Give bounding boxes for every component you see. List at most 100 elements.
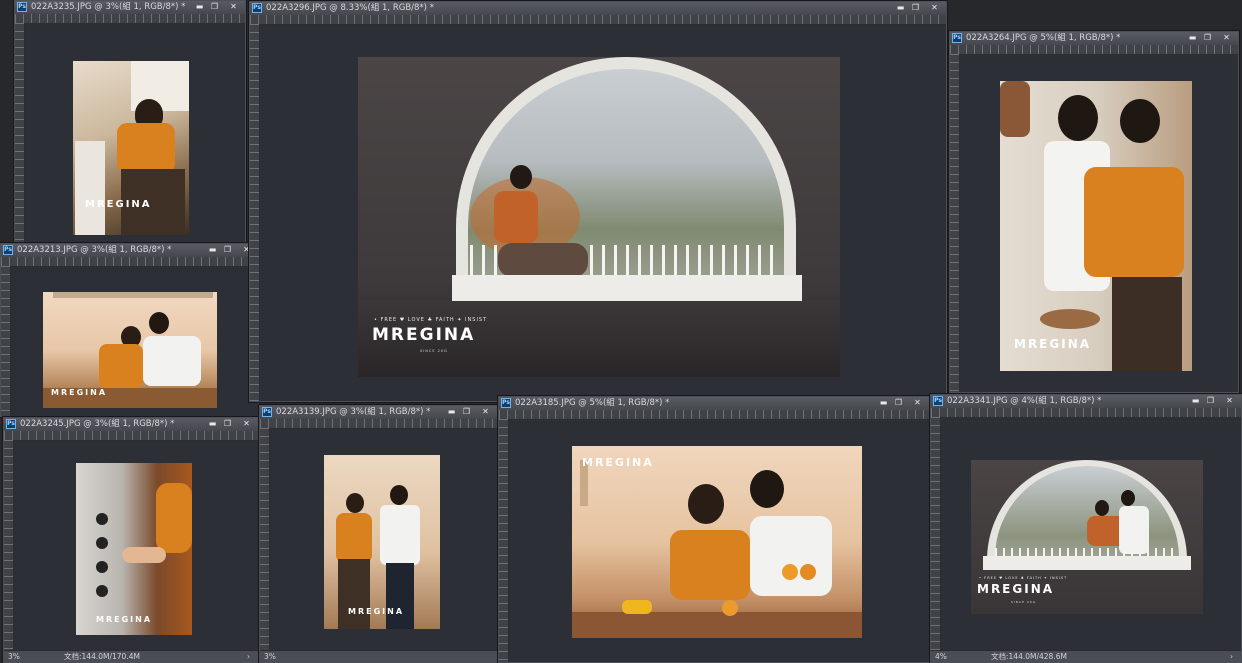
zoom-level[interactable]: 4% [935,651,947,662]
photoshop-icon: Ps [262,407,272,417]
minimize-icon[interactable]: ▬ [878,398,889,408]
maximize-icon[interactable]: ❐ [910,3,921,13]
close-icon[interactable]: ✕ [1224,396,1235,406]
minimize-icon[interactable]: ▬ [207,245,218,255]
minimize-icon[interactable]: ▬ [446,407,457,417]
window-title-bar[interactable]: Ps 022A3264.JPG @ 5%(組 1, RGB/8*) * ▬ ❐ … [950,32,1238,46]
window-title-bar[interactable]: Ps 022A3139.JPG @ 3%(組 1, RGB/8*) * ▬ ❐ … [260,406,497,420]
document-size: 文档:144.0M/428.6M [991,652,1067,661]
photo-stove-knobs-hand: MREGINA [76,463,192,635]
horizontal-ruler[interactable] [250,15,946,25]
minimize-icon[interactable]: ▬ [1187,33,1198,43]
document-canvas[interactable]: MREGINA [14,441,258,662]
watermark-brand: MREGINA [96,615,153,624]
vertical-ruler[interactable] [250,24,260,401]
minimize-icon[interactable]: ▬ [207,419,218,429]
status-arrow-icon[interactable]: › [1230,651,1233,662]
horizontal-ruler[interactable] [15,14,245,24]
window-title: 022A3264.JPG @ 5%(組 1, RGB/8*) * [966,33,1121,43]
watermark-brand: MREGINA [348,607,405,616]
vertical-ruler[interactable] [950,54,960,392]
photo-couple-tasting-spoon: MREGINA [1000,81,1192,371]
horizontal-ruler[interactable] [1,257,258,267]
document-canvas[interactable]: MREGINA [270,429,497,662]
window-title-bar[interactable]: Ps 022A3235.JPG @ 3%(組 1, RGB/8*) * ▬ ❐ … [15,1,245,15]
document-window-022A3296[interactable]: Ps 022A3296.JPG @ 8.33%(組 1, RGB/8*) * ▬… [249,1,947,402]
window-title-bar[interactable]: Ps 022A3341.JPG @ 4%(組 1, RGB/8*) * ▬ ❐ … [931,395,1241,409]
close-icon[interactable]: ✕ [1221,33,1232,43]
close-icon[interactable]: ✕ [228,2,239,12]
document-window-022A3264[interactable]: Ps 022A3264.JPG @ 5%(組 1, RGB/8*) * ▬ ❐ … [949,31,1239,393]
photo-kitchen-woman-cooking: MREGINA [73,61,189,235]
photoshop-icon: Ps [952,33,962,43]
document-size: 文档:144.0M/170.4M [64,652,140,661]
watermark-since: SINCE 20G [420,349,448,353]
photo-couple-sharing-bread: MREGINA [572,446,862,638]
document-canvas[interactable]: • FREE ♥ LOVE ♣ FAITH ✦ INSIST MREGINA S… [941,418,1241,662]
maximize-icon[interactable]: ❐ [222,419,233,429]
window-title-bar[interactable]: Ps 022A3213.JPG @ 3%(組 1, RGB/8*) * ▬ ❐ … [1,244,258,258]
horizontal-ruler[interactable] [4,431,258,441]
watermark-brand: MREGINA [51,388,108,397]
photoshop-icon: Ps [3,245,13,255]
horizontal-ruler[interactable] [260,419,497,429]
window-title: 022A3213.JPG @ 3%(組 1, RGB/8*) * [17,245,172,255]
maximize-icon[interactable]: ❐ [1205,396,1216,406]
document-canvas[interactable]: MREGINA [960,55,1238,392]
photo-couple-window-seat: • FREE ♥ LOVE ♣ FAITH ✦ INSIST MREGINA S… [971,460,1203,614]
zoom-level[interactable]: 3% [8,651,20,662]
watermark-since: SINCE 20G [1011,600,1037,604]
horizontal-ruler[interactable] [499,410,929,420]
maximize-icon[interactable]: ❐ [209,2,220,12]
window-title-bar[interactable]: Ps 022A3245.JPG @ 3%(組 1, RGB/8*) * ▬ ❐ … [4,418,258,432]
photoshop-icon: Ps [6,419,16,429]
close-icon[interactable]: ✕ [241,419,252,429]
maximize-icon[interactable]: ❐ [461,407,472,417]
window-title-bar[interactable]: Ps 022A3185.JPG @ 5%(組 1, RGB/8*) * ▬ ❐ … [499,397,929,411]
vertical-ruler[interactable] [931,417,941,662]
zoom-level[interactable]: 3% [264,651,276,662]
minimize-icon[interactable]: ▬ [1190,396,1201,406]
status-bar: 3% [260,650,497,662]
maximize-icon[interactable]: ❐ [222,245,233,255]
vertical-ruler[interactable] [499,419,509,662]
watermark-tags: • FREE ♥ LOVE ♣ FAITH ✦ INSIST [374,317,488,323]
document-window-022A3185[interactable]: Ps 022A3185.JPG @ 5%(組 1, RGB/8*) * ▬ ❐ … [498,396,930,663]
minimize-icon[interactable]: ▬ [895,3,906,13]
photoshop-icon: Ps [501,398,511,408]
document-canvas[interactable]: MREGINA [509,420,929,662]
maximize-icon[interactable]: ❐ [893,398,904,408]
photoshop-icon: Ps [933,396,943,406]
photo-arched-window-woman: • FREE ♥ LOVE ♣ FAITH ✦ INSIST MREGINA S… [358,57,840,377]
vertical-ruler[interactable] [15,23,25,242]
watermark-tags: • FREE ♥ LOVE ♣ FAITH ✦ INSIST [979,576,1068,580]
document-window-022A3139[interactable]: Ps 022A3139.JPG @ 3%(組 1, RGB/8*) * ▬ ❐ … [259,405,498,663]
window-title: 022A3235.JPG @ 3%(組 1, RGB/8*) * [31,2,186,12]
close-icon[interactable]: ✕ [480,407,491,417]
document-canvas[interactable]: MREGINA [25,24,245,242]
window-title: 022A3296.JPG @ 8.33%(組 1, RGB/8*) * [266,3,434,13]
horizontal-ruler[interactable] [950,45,1238,55]
document-window-022A3213[interactable]: Ps 022A3213.JPG @ 3%(組 1, RGB/8*) * ▬ ❐ … [0,243,259,417]
maximize-icon[interactable]: ❐ [1202,33,1213,43]
document-window-022A3235[interactable]: Ps 022A3235.JPG @ 3%(組 1, RGB/8*) * ▬ ❐ … [14,0,246,243]
status-arrow-icon[interactable]: › [247,651,250,662]
vertical-ruler[interactable] [260,428,270,662]
photo-couple-kitchen-table: MREGINA [43,292,217,408]
photo-couple-standing-kitchen: MREGINA [324,455,440,629]
close-icon[interactable]: ✕ [929,3,940,13]
window-title: 022A3245.JPG @ 3%(組 1, RGB/8*) * [20,419,175,429]
watermark-brand: MREGINA [582,456,654,469]
horizontal-ruler[interactable] [931,408,1241,418]
watermark-brand: MREGINA [372,325,476,345]
status-bar: 3% 文档:144.0M/170.4M › [4,650,258,662]
close-icon[interactable]: ✕ [912,398,923,408]
window-title-bar[interactable]: Ps 022A3296.JPG @ 8.33%(組 1, RGB/8*) * ▬… [250,2,946,16]
document-canvas[interactable]: • FREE ♥ LOVE ♣ FAITH ✦ INSIST MREGINA S… [260,25,946,401]
vertical-ruler[interactable] [1,266,11,416]
document-canvas[interactable]: MREGINA [11,267,258,416]
document-window-022A3245[interactable]: Ps 022A3245.JPG @ 3%(組 1, RGB/8*) * ▬ ❐ … [3,417,259,663]
vertical-ruler[interactable] [4,440,14,662]
minimize-icon[interactable]: ▬ [194,2,205,12]
document-window-022A3341[interactable]: Ps 022A3341.JPG @ 4%(組 1, RGB/8*) * ▬ ❐ … [930,394,1242,663]
